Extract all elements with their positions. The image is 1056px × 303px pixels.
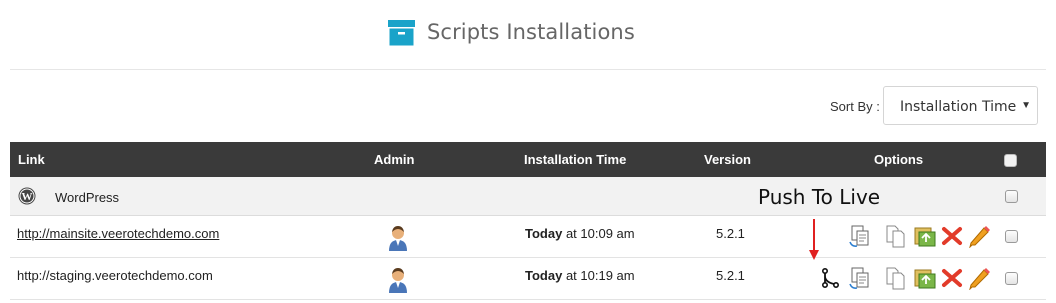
caret-down-icon: ▼ <box>1021 100 1031 111</box>
installation-version: 5.2.1 <box>716 226 745 241</box>
installation-version: 5.2.1 <box>716 268 745 283</box>
push-to-live-annotation: Push To Live <box>758 185 881 209</box>
table-row: http://mainsite.veerotechdemo.com Today … <box>10 216 1046 258</box>
sort-by-label: Sort By : <box>830 99 880 114</box>
group-checkbox[interactable] <box>1005 190 1018 203</box>
sort-by-select[interactable]: Installation Time ▼ <box>883 86 1038 125</box>
column-options: Options <box>874 152 924 167</box>
table-header: Link Admin Installation Time Version Opt… <box>10 142 1046 177</box>
backup-icon[interactable] <box>913 224 937 248</box>
copy-icon[interactable] <box>884 224 908 248</box>
sort-by-value: Installation Time <box>900 99 1017 115</box>
clone-icon[interactable] <box>848 266 872 290</box>
clone-icon[interactable] <box>848 224 872 248</box>
page-title: Scripts Installations <box>427 20 635 44</box>
header-divider <box>10 69 1046 70</box>
group-row-wordpress: W WordPress Push To Live <box>10 177 1046 216</box>
column-version: Version <box>704 152 751 167</box>
group-name: WordPress <box>55 190 120 205</box>
installation-link[interactable]: http://mainsite.veerotechdemo.com <box>17 226 219 241</box>
edit-pencil-icon[interactable] <box>967 224 991 248</box>
delete-icon[interactable] <box>940 266 964 290</box>
column-admin: Admin <box>374 152 415 167</box>
page-header: Scripts Installations <box>0 0 1056 70</box>
installation-time: Today at 10:19 am <box>525 268 635 283</box>
admin-user-icon[interactable] <box>388 225 408 251</box>
backup-icon[interactable] <box>913 266 937 290</box>
edit-pencil-icon[interactable] <box>967 266 991 290</box>
svg-text:W: W <box>22 191 33 203</box>
wordpress-icon: W <box>18 187 36 205</box>
copy-icon[interactable] <box>884 266 908 290</box>
column-link: Link <box>18 152 45 167</box>
installations-table: Link Admin Installation Time Version Opt… <box>10 142 1046 300</box>
archive-box-icon <box>388 20 415 46</box>
red-arrow-annotation <box>808 219 820 261</box>
column-installation-time: Installation Time <box>524 152 627 167</box>
delete-icon[interactable] <box>940 224 964 248</box>
row-checkbox[interactable] <box>1005 272 1018 285</box>
row-checkbox[interactable] <box>1005 230 1018 243</box>
table-row: http://staging.veerotechdemo.com Today a… <box>10 258 1046 300</box>
push-to-live-icon[interactable] <box>818 266 842 290</box>
select-all-checkbox[interactable] <box>1004 154 1017 167</box>
installation-time: Today at 10:09 am <box>525 226 635 241</box>
installation-link[interactable]: http://staging.veerotechdemo.com <box>17 268 213 283</box>
admin-user-icon[interactable] <box>388 267 408 293</box>
